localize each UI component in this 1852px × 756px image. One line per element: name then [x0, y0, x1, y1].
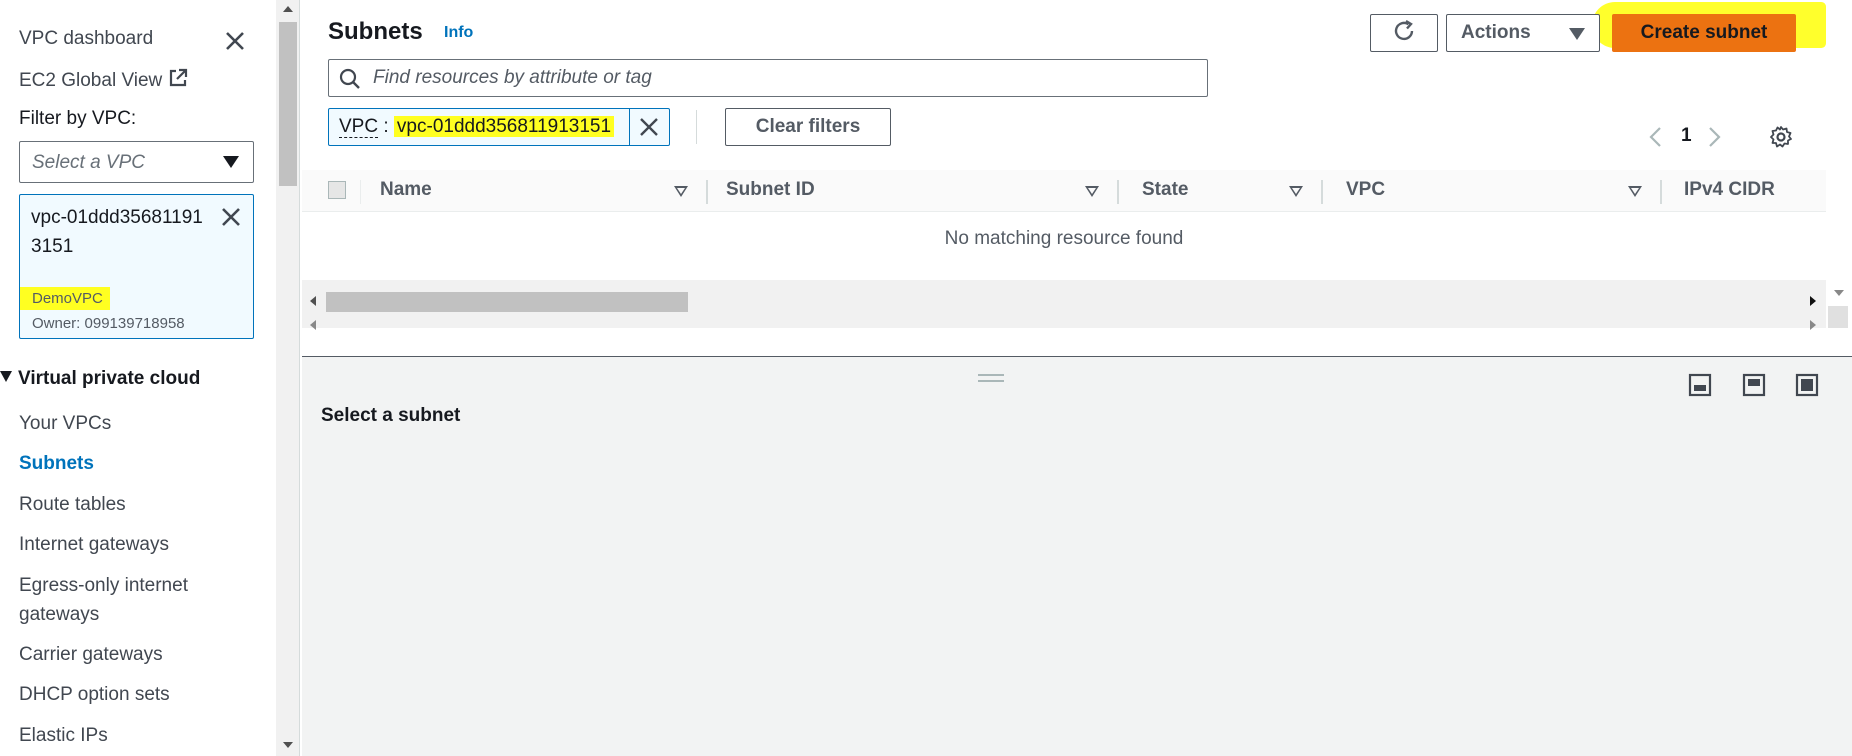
section-title: Virtual private cloud	[18, 368, 201, 389]
split-panel: Select a subnet	[302, 356, 1852, 756]
filter-value: vpc-01ddd356811913151	[393, 116, 615, 137]
chevron-left-icon[interactable]	[1648, 126, 1662, 148]
sort-icon[interactable]	[1085, 186, 1099, 197]
side-navigation: VPC dashboard EC2 Global View Filter by …	[0, 0, 276, 756]
sort-icon[interactable]	[1628, 186, 1642, 197]
column-resizer[interactable]	[1117, 180, 1119, 204]
sort-icon[interactable]	[674, 186, 688, 197]
empty-state-message: No matching resource found	[944, 228, 1184, 249]
sort-icon[interactable]	[1289, 186, 1303, 197]
search-input[interactable]: Find resources by attribute or tag	[328, 59, 1208, 97]
pagination: 1	[1642, 122, 1826, 152]
caret-down-icon	[223, 156, 239, 168]
create-subnet-button[interactable]: Create subnet	[1612, 14, 1796, 52]
divider	[696, 110, 697, 144]
nav-egress-only-internet-gateways[interactable]: Egress-only internet gateways	[19, 571, 219, 629]
column-header-name[interactable]: Name	[380, 179, 432, 201]
column-resizer[interactable]	[1660, 180, 1662, 204]
nav-subnets[interactable]: Subnets	[19, 449, 94, 478]
scrollbar-thumb[interactable]	[279, 22, 297, 186]
search-icon	[339, 68, 360, 89]
chevron-right-icon[interactable]	[1708, 126, 1722, 148]
main-vertical-scrollbar[interactable]	[1826, 10, 1850, 356]
filter-separator: :	[383, 116, 389, 137]
nav-dhcp-option-sets[interactable]: DHCP option sets	[19, 680, 170, 709]
scroll-down-icon[interactable]	[283, 742, 293, 748]
ec2-global-view-link[interactable]: EC2 Global View	[19, 68, 188, 92]
clear-filters-button[interactable]: Clear filters	[725, 108, 891, 146]
column-resizer[interactable]	[1321, 180, 1323, 204]
actions-label: Actions	[1461, 22, 1531, 43]
select-all-checkbox[interactable]	[328, 181, 346, 199]
scroll-right-icon[interactable]	[1810, 320, 1816, 330]
selected-vpc-owner: Owner: 099139718958	[32, 315, 185, 332]
column-resizer[interactable]	[706, 180, 708, 204]
nav-carrier-gateways[interactable]: Carrier gateways	[19, 640, 163, 669]
vpc-dashboard-link[interactable]: VPC dashboard	[19, 28, 153, 50]
selected-vpc-token: vpc-01ddd356811913151 DemoVPC Owner: 099…	[19, 194, 254, 339]
table-header: Name Subnet ID State VPC IPv4 CIDR	[302, 170, 1826, 212]
column-header-state[interactable]: State	[1142, 179, 1188, 201]
panel-full-icon[interactable]	[1795, 373, 1819, 397]
filter-by-vpc-label: Filter by VPC:	[19, 108, 137, 129]
vpc-select[interactable]: Select a VPC	[19, 141, 254, 183]
filter-key: VPC	[339, 116, 379, 138]
caret-down-icon	[0, 371, 12, 382]
divider	[360, 180, 361, 204]
scrollbar-thumb[interactable]	[1828, 306, 1848, 328]
actions-button[interactable]: Actions	[1446, 14, 1600, 52]
scroll-left-icon[interactable]	[310, 320, 316, 330]
scroll-up-icon[interactable]	[283, 6, 293, 12]
column-header-vpc[interactable]: VPC	[1346, 179, 1385, 201]
divider	[629, 109, 630, 145]
selected-vpc-id: vpc-01ddd356811913151	[31, 207, 203, 257]
scroll-right-icon[interactable]	[1810, 296, 1816, 306]
page-title: Subnets	[328, 18, 423, 45]
column-header-ipv4-cidr[interactable]: IPv4 CIDR	[1684, 179, 1775, 201]
scroll-left-icon[interactable]	[310, 296, 316, 306]
refresh-icon	[1394, 19, 1414, 41]
nav-elastic-ips[interactable]: Elastic IPs	[19, 721, 108, 750]
split-panel-title: Select a subnet	[321, 405, 461, 426]
search-placeholder: Find resources by attribute or tag	[373, 67, 652, 88]
scrollbar-thumb[interactable]	[326, 292, 688, 312]
scroll-down-icon[interactable]	[1834, 290, 1844, 296]
nav-route-tables[interactable]: Route tables	[19, 490, 126, 519]
ec2-global-view-label: EC2 Global View	[19, 70, 163, 91]
remove-vpc-icon[interactable]	[219, 205, 243, 229]
section-virtual-private-cloud[interactable]: Virtual private cloud	[0, 368, 200, 390]
filter-token-text: VPC : vpc-01ddd356811913151	[339, 116, 615, 138]
vpc-select-placeholder: Select a VPC	[32, 152, 145, 173]
caret-down-icon	[1569, 28, 1585, 40]
resize-handle[interactable]	[978, 374, 1004, 382]
selected-vpc-name: DemoVPC	[20, 287, 110, 310]
subnets-table-panel: Subnets Info Actions Create subnet Find …	[302, 2, 1826, 356]
info-link[interactable]: Info	[444, 24, 473, 42]
external-link-icon	[170, 68, 188, 87]
filter-token: VPC : vpc-01ddd356811913151	[328, 108, 670, 146]
nav-internet-gateways[interactable]: Internet gateways	[19, 530, 169, 559]
panel-side-icon[interactable]	[1742, 373, 1766, 397]
sidebar-scrollbar[interactable]	[276, 0, 300, 756]
nav-your-vpcs[interactable]: Your VPCs	[19, 409, 111, 438]
page-number[interactable]: 1	[1681, 125, 1692, 147]
gear-icon[interactable]	[1769, 125, 1793, 149]
column-header-subnet-id[interactable]: Subnet ID	[726, 179, 815, 201]
refresh-button[interactable]	[1370, 14, 1438, 52]
panel-bottom-icon[interactable]	[1688, 373, 1712, 397]
horizontal-scrollbar[interactable]	[302, 280, 1826, 330]
close-navigation-icon[interactable]	[222, 28, 248, 54]
remove-filter-icon[interactable]	[638, 116, 660, 138]
